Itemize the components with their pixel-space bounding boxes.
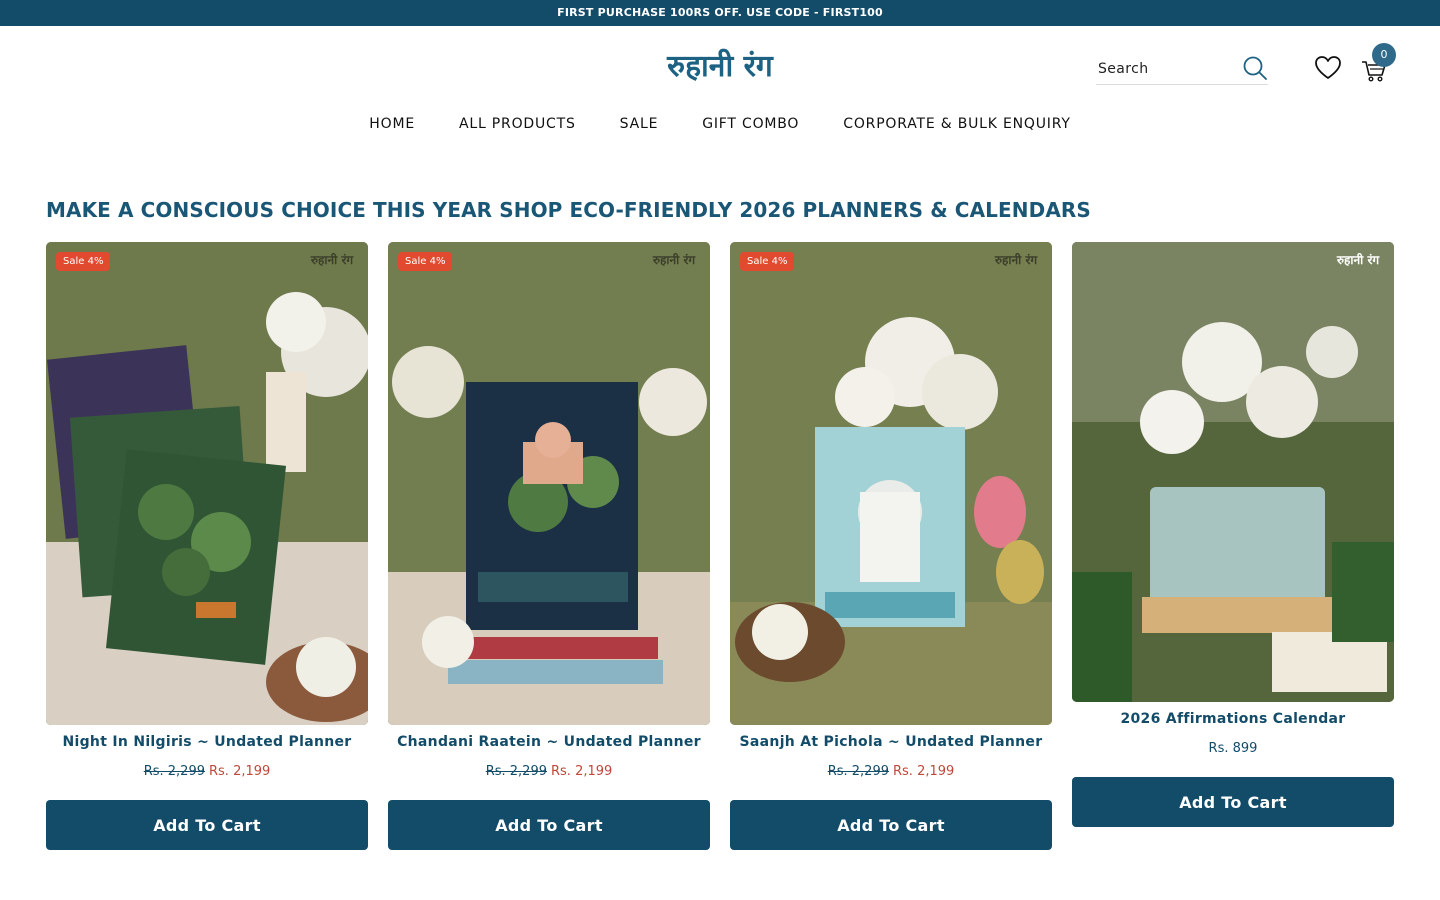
svg-text:रुहानी रंग: रुहानी रंग (310, 253, 355, 267)
compare-at-price: Rs. 2,299 (827, 764, 889, 779)
brand-watermark: रुहानी रंग (994, 253, 1039, 267)
product-photo (388, 242, 710, 725)
logo-text: रुहानी रंग (666, 48, 774, 84)
sale-badge: Sale 4% (740, 252, 795, 271)
nav-gift-combo[interactable]: GIFT COMBO (702, 110, 799, 138)
product-photo (46, 242, 368, 725)
product-title[interactable]: Night In Nilgiris ~ Undated Planner (46, 733, 368, 751)
product-card: Sale 4% रुहानी रंग Chandani Raatein ~ Un… (388, 242, 710, 850)
announcement-bar: FIRST PURCHASE 100RS OFF. USE CODE - FIR… (0, 0, 1440, 26)
regular-price: Rs. 899 (1208, 741, 1258, 756)
nav-home[interactable]: HOME (369, 110, 415, 138)
product-title[interactable]: 2026 Affirmations Calendar (1072, 710, 1394, 728)
product-image[interactable]: Sale 4% रुहानी रंग (730, 242, 1052, 725)
compare-at-price: Rs. 2,299 (143, 764, 205, 779)
svg-text:रुहानी रंग: रुहानी रंग (652, 253, 697, 267)
sale-price: Rs. 2,199 (209, 764, 271, 779)
sale-price: Rs. 2,199 (893, 764, 955, 779)
logo-wordmark: रुहानी रंग (666, 48, 774, 84)
product-price: Rs. 2,299 Rs. 2,199 (388, 763, 710, 781)
product-card: Sale 4% रुहानी रंग Saanjh At Pichola ~ U… (730, 242, 1052, 850)
product-price: Rs. 2,299 Rs. 2,199 (730, 763, 1052, 781)
add-to-cart-button[interactable]: Add To Cart (1072, 777, 1394, 827)
svg-text:रुहानी रंग: रुहानी रंग (1336, 253, 1381, 267)
sale-price: Rs. 2,199 (551, 764, 613, 779)
svg-text:रुहानी रंग: रुहानी रंग (994, 253, 1039, 267)
nav-sale[interactable]: SALE (620, 110, 659, 138)
header: रुहानी रंग 0 (0, 26, 1440, 106)
nav-corporate-bulk-enquiry[interactable]: CORPORATE & BULK ENQUIRY (843, 110, 1070, 138)
heart-icon[interactable] (1314, 54, 1342, 82)
compare-at-price: Rs. 2,299 (485, 764, 547, 779)
product-price: Rs. 2,299 Rs. 2,199 (46, 763, 368, 781)
product-image[interactable]: Sale 4% रुहानी रंग (388, 242, 710, 725)
sale-badge: Sale 4% (398, 252, 453, 271)
product-image[interactable]: रुहानी रंग (1072, 242, 1394, 702)
product-title[interactable]: Chandani Raatein ~ Undated Planner (388, 733, 710, 751)
product-card: रुहानी रंग 2026 Affirmations Calendar Rs… (1072, 242, 1394, 827)
product-image[interactable]: Sale 4% रुहानी रंग (46, 242, 368, 725)
product-title[interactable]: Saanjh At Pichola ~ Undated Planner (730, 733, 1052, 751)
product-photo (730, 242, 1052, 725)
section-heading: MAKE A CONSCIOUS CHOICE THIS YEAR SHOP E… (46, 198, 1091, 222)
brand-watermark: रुहानी रंग (652, 253, 697, 267)
cart-count-badge: 0 (1372, 43, 1396, 67)
brand-logo[interactable]: रुहानी रंग (620, 40, 820, 92)
product-price: Rs. 899 (1072, 740, 1394, 758)
product-photo (1072, 242, 1394, 702)
sale-badge: Sale 4% (56, 252, 111, 271)
search-icon[interactable] (1242, 55, 1268, 81)
add-to-cart-button[interactable]: Add To Cart (730, 800, 1052, 850)
search-input[interactable] (1098, 57, 1236, 81)
brand-watermark: रुहानी रंग (310, 253, 355, 267)
add-to-cart-button[interactable]: Add To Cart (46, 800, 368, 850)
main-nav: HOME ALL PRODUCTS SALE GIFT COMBO CORPOR… (0, 110, 1440, 138)
nav-all-products[interactable]: ALL PRODUCTS (459, 110, 576, 138)
add-to-cart-button[interactable]: Add To Cart (388, 800, 710, 850)
brand-watermark: रुहानी रंग (1336, 253, 1381, 267)
product-card: Sale 4% रुहानी रंग Night In Nilgiris ~ U… (46, 242, 368, 850)
search-box (1096, 53, 1268, 85)
